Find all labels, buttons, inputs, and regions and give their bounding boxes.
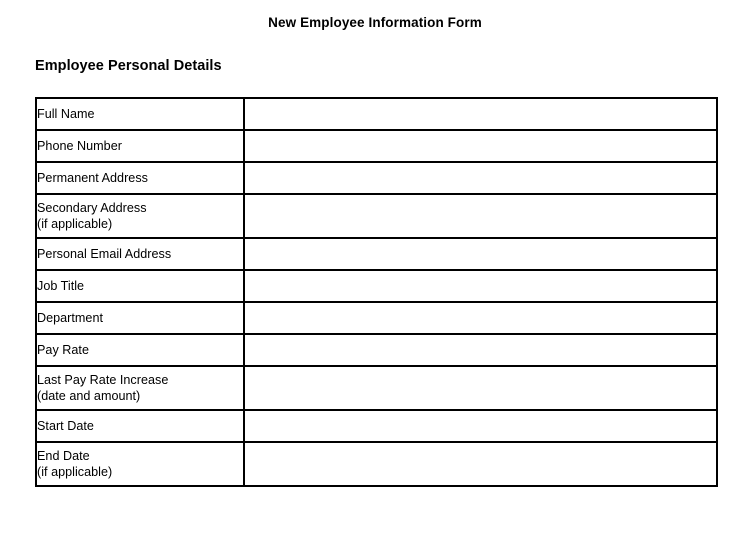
label-subtext: (if applicable) bbox=[37, 217, 113, 231]
table-body: Full Name Phone Number Permanent Address bbox=[35, 97, 718, 487]
field-label-last-pay-rate-increase: Last Pay Rate Increase (date and amount) bbox=[35, 365, 245, 411]
table-row: End Date (if applicable) bbox=[35, 441, 718, 487]
table-row: Last Pay Rate Increase (date and amount) bbox=[35, 365, 718, 411]
field-label-secondary-address: Secondary Address (if applicable) bbox=[35, 193, 245, 239]
table-row: Start Date bbox=[35, 409, 718, 443]
field-label-start-date: Start Date bbox=[35, 409, 245, 443]
label-text: Last Pay Rate Increase bbox=[37, 372, 169, 387]
table-row: Secondary Address (if applicable) bbox=[35, 193, 718, 239]
label-subtext: (if applicable) bbox=[37, 465, 113, 479]
label-text: Secondary Address bbox=[37, 200, 147, 215]
field-label-personal-email-address: Personal Email Address bbox=[35, 237, 245, 271]
table-row: Department bbox=[35, 301, 718, 335]
label-text: Job Title bbox=[37, 278, 85, 293]
field-input-personal-email-address[interactable] bbox=[243, 237, 718, 271]
label-text: Phone Number bbox=[37, 138, 122, 153]
field-input-start-date[interactable] bbox=[243, 409, 718, 443]
field-label-job-title: Job Title bbox=[35, 269, 245, 303]
field-input-department[interactable] bbox=[243, 301, 718, 335]
field-input-last-pay-rate-increase[interactable] bbox=[243, 365, 718, 411]
label-text: Permanent Address bbox=[37, 170, 148, 185]
table-row: Full Name bbox=[35, 97, 718, 131]
field-input-secondary-address[interactable] bbox=[243, 193, 718, 239]
table-row: Phone Number bbox=[35, 129, 718, 163]
field-input-end-date[interactable] bbox=[243, 441, 718, 487]
field-label-department: Department bbox=[35, 301, 245, 335]
table-row: Pay Rate bbox=[35, 333, 718, 367]
section-heading: Employee Personal Details bbox=[35, 58, 222, 74]
field-label-permanent-address: Permanent Address bbox=[35, 161, 245, 195]
table-row: Job Title bbox=[35, 269, 718, 303]
field-input-phone-number[interactable] bbox=[243, 129, 718, 163]
field-label-full-name: Full Name bbox=[35, 97, 245, 131]
employee-details-table: Full Name Phone Number Permanent Address bbox=[35, 97, 718, 487]
label-text: Personal Email Address bbox=[37, 246, 172, 261]
field-input-full-name[interactable] bbox=[243, 97, 718, 131]
field-label-end-date: End Date (if applicable) bbox=[35, 441, 245, 487]
field-input-job-title[interactable] bbox=[243, 269, 718, 303]
label-subtext: (date and amount) bbox=[37, 389, 141, 403]
field-input-pay-rate[interactable] bbox=[243, 333, 718, 367]
form-page: New Employee Information Form Employee P… bbox=[0, 0, 750, 539]
field-label-pay-rate: Pay Rate bbox=[35, 333, 245, 367]
label-text: Full Name bbox=[37, 106, 95, 121]
field-input-permanent-address[interactable] bbox=[243, 161, 718, 195]
label-text: Start Date bbox=[37, 418, 94, 433]
table-row: Personal Email Address bbox=[35, 237, 718, 271]
label-text: Pay Rate bbox=[37, 342, 89, 357]
label-text: End Date bbox=[37, 448, 90, 463]
table-row: Permanent Address bbox=[35, 161, 718, 195]
page-title: New Employee Information Form bbox=[268, 15, 482, 30]
field-label-phone-number: Phone Number bbox=[35, 129, 245, 163]
label-text: Department bbox=[37, 310, 103, 325]
